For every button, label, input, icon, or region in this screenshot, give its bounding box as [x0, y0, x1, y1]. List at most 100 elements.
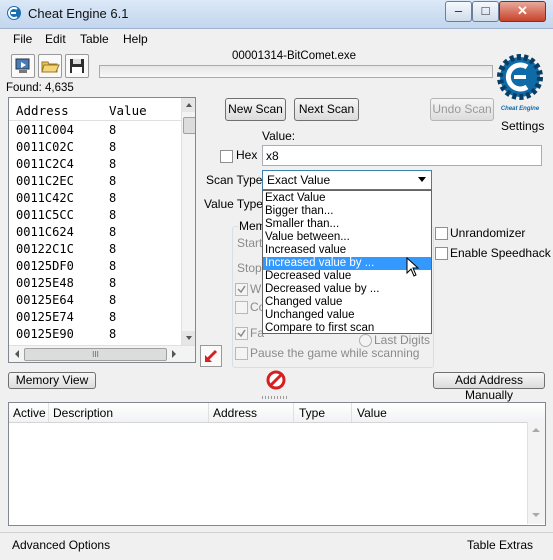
maximize-button[interactable]: □: [472, 1, 499, 22]
column-description[interactable]: Description: [53, 406, 113, 420]
mouse-cursor-icon: [406, 257, 420, 277]
column-value[interactable]: Value: [109, 103, 147, 118]
unrandomizer-label: Unrandomizer: [450, 226, 526, 240]
menu-help[interactable]: Help: [123, 32, 148, 46]
result-row[interactable]: 00125E64 8: [9, 292, 181, 309]
writable-label: W: [250, 282, 262, 296]
speedhack-checkbox[interactable]: [435, 247, 448, 260]
arrow-down-icon[interactable]: [531, 510, 541, 520]
hex-checkbox[interactable]: [220, 150, 233, 163]
add-address-manually-button[interactable]: Add Address Manually: [433, 372, 545, 402]
results-header: Address Value: [9, 98, 181, 121]
result-value: 8: [109, 259, 117, 273]
scan-type-option[interactable]: Unchanged value: [263, 309, 431, 322]
memory-view-button[interactable]: Memory View: [8, 372, 96, 389]
column-address[interactable]: Address: [16, 103, 69, 118]
settings-link[interactable]: Settings: [501, 119, 544, 133]
result-row[interactable]: 00125E74 8: [9, 309, 181, 326]
stop-button[interactable]: [266, 370, 286, 390]
cheat-engine-logo[interactable]: Cheat Engine: [494, 50, 546, 114]
scan-type-option[interactable]: Decreased value by ...: [263, 283, 431, 296]
result-value: 8: [109, 276, 117, 290]
arrow-up-icon[interactable]: [531, 425, 541, 435]
minimize-button[interactable]: –: [445, 1, 472, 22]
result-address: 00125E74: [16, 310, 74, 324]
column-active[interactable]: Active: [13, 406, 46, 420]
column-type[interactable]: Type: [299, 406, 325, 420]
open-file-button[interactable]: [38, 54, 62, 78]
result-row[interactable]: 0011C2EC 8: [9, 173, 181, 190]
scan-type-select[interactable]: Exact Value: [262, 170, 432, 190]
results-vertical-scrollbar[interactable]: [181, 98, 195, 345]
scan-type-option[interactable]: Increased value: [263, 244, 431, 257]
select-process-button[interactable]: [11, 54, 35, 78]
checkmark-icon: [237, 329, 246, 338]
value-input-text: x8: [266, 149, 279, 163]
result-address: 00122C1C: [16, 242, 74, 256]
result-row[interactable]: 0011C624 8: [9, 224, 181, 241]
arrow-left-icon[interactable]: [12, 349, 22, 359]
result-row[interactable]: 00125E90 8: [9, 326, 181, 343]
save-button[interactable]: [65, 54, 89, 78]
splitter-grip[interactable]: [262, 396, 288, 399]
last-digits-label: Last Digits: [374, 333, 431, 347]
menu-file[interactable]: File: [13, 32, 32, 46]
computer-icon: [15, 58, 30, 73]
column-value[interactable]: Value: [357, 406, 387, 420]
column-address[interactable]: Address: [213, 406, 257, 420]
results-horizontal-scrollbar[interactable]: III: [9, 345, 195, 362]
unrandomizer-checkbox[interactable]: [435, 227, 448, 240]
result-row[interactable]: 00125E48 8: [9, 275, 181, 292]
table-extras-link[interactable]: Table Extras: [467, 538, 533, 552]
folder-open-icon: [41, 61, 60, 73]
result-row[interactable]: 0011C42C 8: [9, 190, 181, 207]
add-to-table-button[interactable]: [200, 345, 222, 367]
result-value: 8: [109, 208, 117, 222]
scan-type-option-label: Decreased value by ...: [265, 283, 380, 295]
status-bar: Advanced Options Table Extras: [0, 532, 553, 560]
chevron-down-icon: [418, 177, 426, 182]
arrow-right-icon[interactable]: [169, 349, 179, 359]
copy-on-write-checkbox[interactable]: [235, 301, 248, 314]
result-address: 0011C004: [16, 123, 74, 137]
result-value: 8: [109, 157, 117, 171]
menu-edit[interactable]: Edit: [45, 32, 66, 46]
arrow-down-icon: [186, 336, 192, 340]
pause-game-checkbox[interactable]: [235, 347, 248, 360]
scan-type-value: Exact Value: [267, 173, 331, 187]
next-scan-button[interactable]: Next Scan: [294, 98, 359, 121]
no-entry-icon: [266, 370, 286, 390]
result-row[interactable]: 0011C004 8: [9, 122, 181, 139]
result-address: 0011C624: [16, 225, 74, 239]
value-input[interactable]: x8: [262, 145, 542, 166]
scroll-thumb[interactable]: [183, 117, 195, 134]
scroll-up-arrow[interactable]: [182, 98, 195, 112]
result-row[interactable]: 0011C5CC 8: [9, 207, 181, 224]
menu-bar: File Edit Table Help: [0, 29, 553, 49]
scan-type-option-label: Bigger than...: [265, 205, 334, 217]
checkmark-icon: [237, 285, 246, 294]
undo-scan-button[interactable]: Undo Scan: [430, 98, 494, 121]
advanced-options-link[interactable]: Advanced Options: [12, 538, 110, 552]
close-button[interactable]: ✕: [499, 1, 546, 22]
scan-type-option[interactable]: Bigger than...: [263, 205, 431, 218]
results-list[interactable]: Address Value 0011C004 8 0011C02C 8 0011C2C4…: [8, 97, 196, 363]
result-row[interactable]: 00122C1C 8: [9, 241, 181, 258]
cheat-table-scrollbar[interactable]: [527, 422, 545, 524]
hscroll-thumb[interactable]: III: [24, 348, 167, 361]
result-row[interactable]: 0011C2C4 8: [9, 156, 181, 173]
result-row[interactable]: 0011C02C 8: [9, 139, 181, 156]
scan-type-option[interactable]: Compare to first scan: [263, 322, 431, 335]
scan-type-option[interactable]: Value between...: [263, 231, 431, 244]
scan-type-option[interactable]: Exact Value: [263, 192, 431, 205]
result-row[interactable]: 00125DF0 8: [9, 258, 181, 275]
scan-type-option[interactable]: Smaller than...: [263, 218, 431, 231]
menu-table[interactable]: Table: [80, 32, 109, 46]
fast-scan-checkbox[interactable]: [235, 327, 248, 340]
cheat-table[interactable]: Active Description Address Type Value: [8, 402, 546, 526]
scroll-down-arrow[interactable]: [182, 331, 195, 345]
writable-checkbox[interactable]: [235, 283, 248, 296]
scan-type-option[interactable]: Changed value: [263, 296, 431, 309]
new-scan-button[interactable]: New Scan: [225, 98, 286, 121]
floppy-disk-icon: [70, 59, 84, 73]
